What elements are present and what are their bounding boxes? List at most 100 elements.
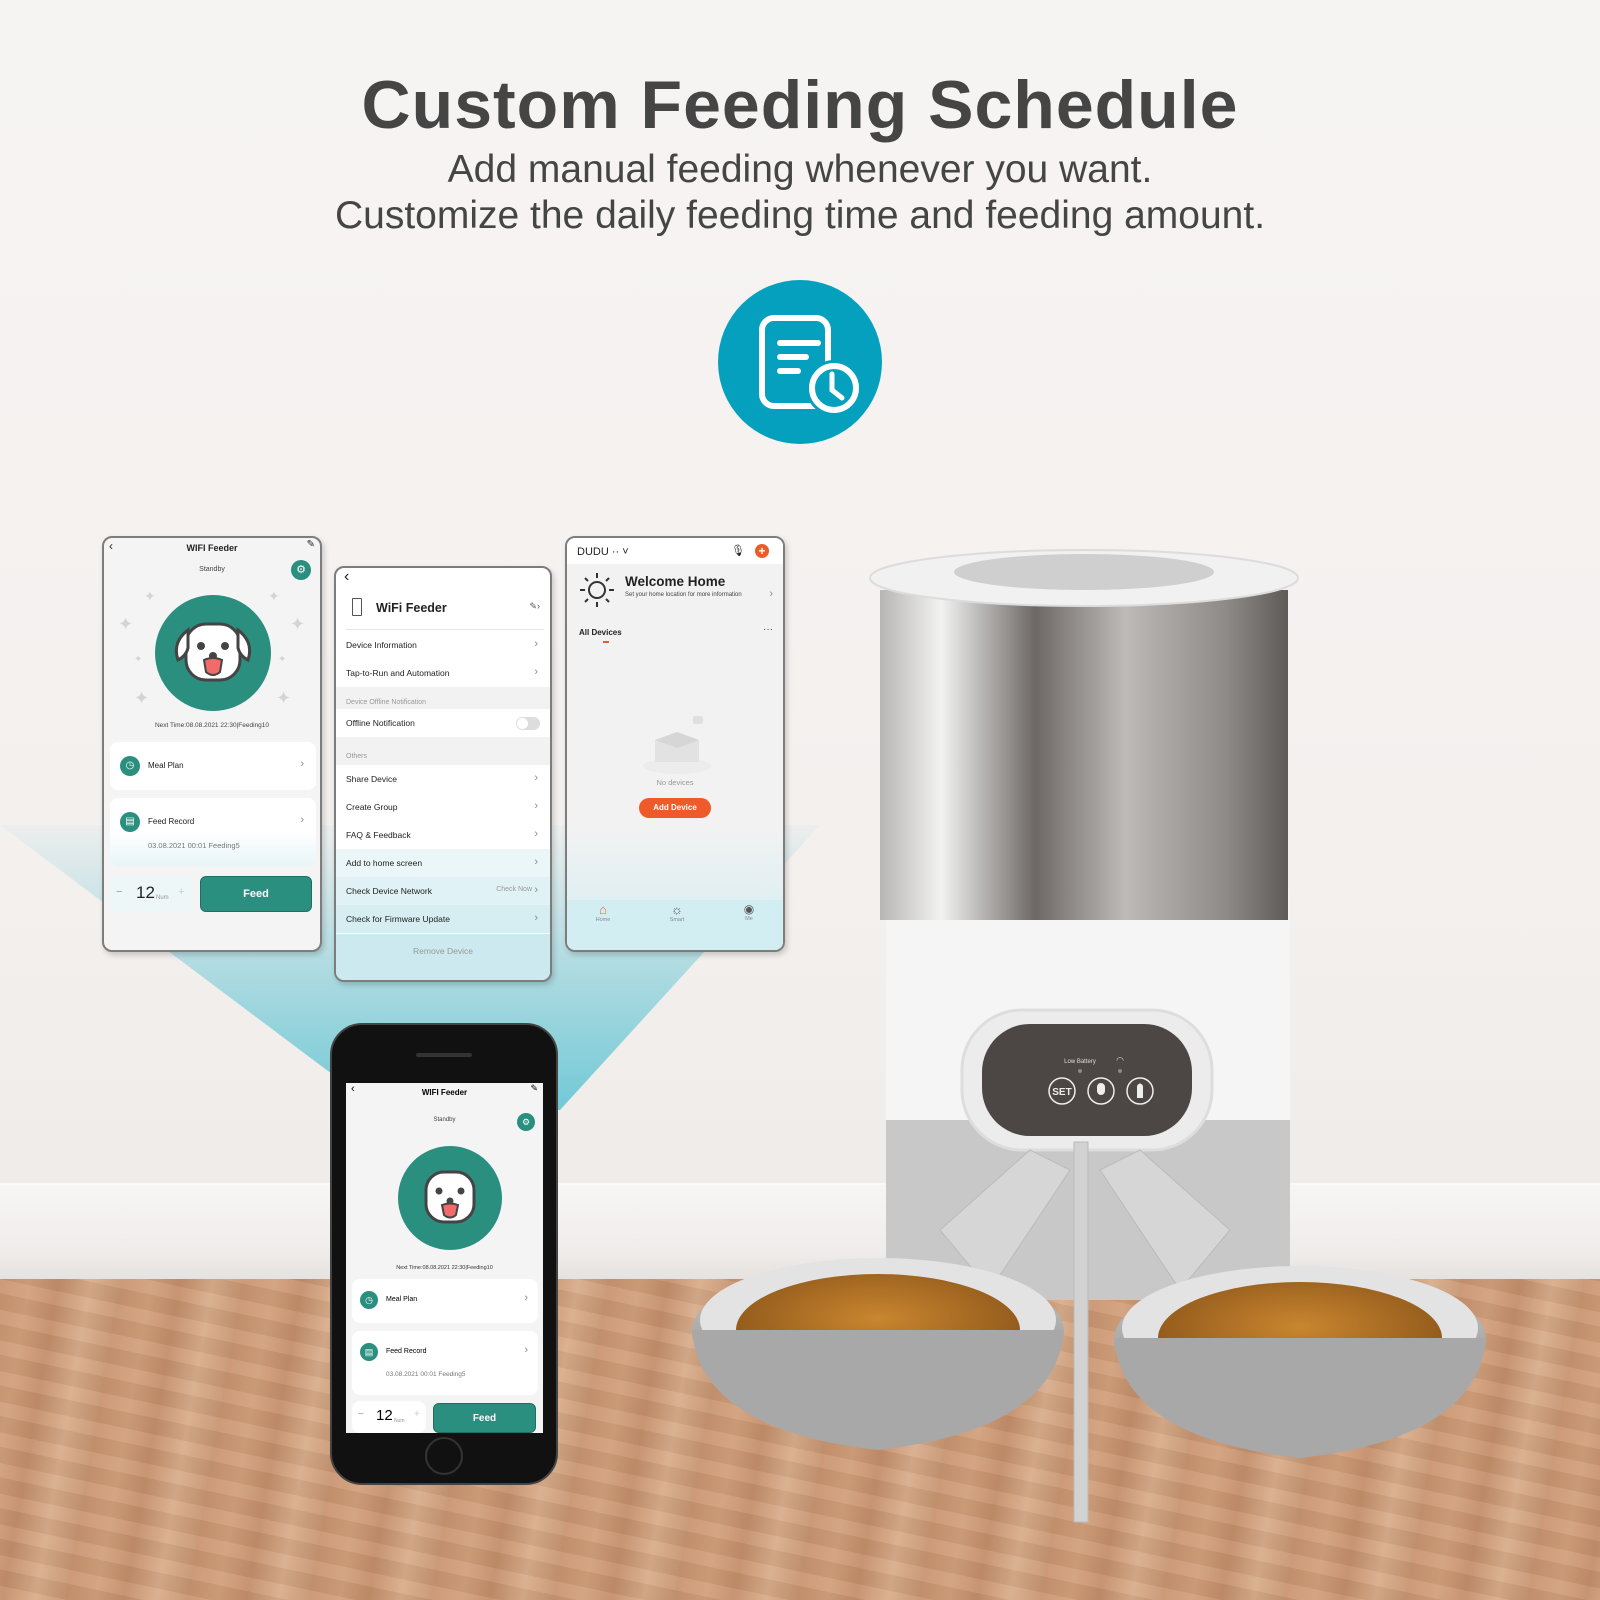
settings-gear-icon[interactable]: ⚙ bbox=[291, 560, 311, 580]
remove-device-button[interactable]: Remove Device bbox=[336, 934, 550, 980]
speaker-grille bbox=[416, 1053, 472, 1057]
sparkle-icon: ✦ bbox=[278, 654, 287, 665]
device-name: WiFi Feeder bbox=[376, 601, 447, 615]
plus-button[interactable]: + bbox=[178, 886, 184, 898]
feeder-device-icon bbox=[352, 598, 362, 616]
feed-record-label: Feed Record bbox=[148, 817, 195, 826]
tab-smart[interactable]: ☼ Smart bbox=[661, 902, 693, 923]
quantity-value: 12 bbox=[376, 1407, 393, 1424]
record-icon: ▤ bbox=[360, 1343, 378, 1361]
sparkle-icon: ✦ bbox=[134, 654, 143, 665]
settings-row-firmware-update[interactable]: Check for Firmware Update › bbox=[336, 905, 550, 933]
sparkle-icon: ✦ bbox=[134, 688, 150, 708]
meal-plan-label: Meal Plan bbox=[386, 1296, 418, 1303]
settings-row-check-network[interactable]: Check Device Network Check Now › bbox=[336, 877, 550, 905]
settings-row-device-information[interactable]: Device Information › bbox=[336, 631, 550, 659]
next-feeding-time: Next Time:08.08.2021 22:30|Feeding10 bbox=[396, 1265, 493, 1271]
row-label: Check for Firmware Update bbox=[346, 914, 450, 924]
home-selector[interactable]: DUDU ·· ˅ bbox=[577, 546, 629, 558]
chevron-right-icon: › bbox=[534, 856, 538, 868]
home-button[interactable] bbox=[425, 1437, 463, 1475]
all-devices-tab[interactable]: All Devices bbox=[579, 628, 622, 637]
feed-button[interactable]: Feed bbox=[200, 876, 312, 912]
chevron-right-icon: › bbox=[524, 1292, 528, 1304]
meal-plan-card[interactable]: ◷ Meal Plan › bbox=[110, 742, 316, 790]
settings-row-add-home-screen[interactable]: Add to home screen › bbox=[336, 849, 550, 877]
feeder-screen: ‹ WIFI Feeder ✎ Standby ⚙ ✦ ✦ ✦ ✦ ✦ ✦ ✦ … bbox=[102, 536, 322, 952]
row-label: Create Group bbox=[346, 802, 398, 812]
sparkle-icon: ✦ bbox=[118, 614, 134, 634]
meal-plan-label: Meal Plan bbox=[148, 761, 184, 770]
clock-icon: ◷ bbox=[360, 1291, 378, 1309]
dog-avatar-icon bbox=[398, 1146, 502, 1250]
chevron-right-icon: › bbox=[534, 912, 538, 924]
chevron-right-icon: › bbox=[534, 800, 538, 812]
device-settings-screen: ‹ WiFi Feeder ✎› Device Information › Tap… bbox=[334, 566, 552, 982]
quantity-value: 12 bbox=[136, 883, 155, 902]
row-label: Offline Notification bbox=[346, 718, 415, 728]
hand-pointer-icon bbox=[1137, 1083, 1143, 1098]
schedule-badge bbox=[718, 280, 882, 444]
chevron-right-icon: › bbox=[300, 758, 304, 770]
settings-gear-icon[interactable]: ⚙ bbox=[517, 1113, 535, 1131]
row-label: Share Device bbox=[346, 774, 398, 784]
feed-button[interactable]: Feed bbox=[433, 1403, 536, 1433]
next-feeding-time: Next Time:08.08.2021 22:30|Feeding10 bbox=[154, 722, 270, 729]
settings-row-faq[interactable]: FAQ & Feedback › bbox=[336, 821, 550, 849]
low-battery-label: Low Battery bbox=[1064, 1059, 1096, 1065]
settings-row-share-device[interactable]: Share Device › bbox=[336, 765, 550, 793]
svg-text:SET: SET bbox=[1052, 1087, 1071, 1098]
chevron-right-icon: › bbox=[534, 638, 538, 650]
quantity-stepper[interactable]: − 12 Num + bbox=[352, 1401, 426, 1433]
phone-feeder-screen: ‹ WIFI Feeder ✎ Standby ⚙ Next Time:08.0… bbox=[346, 1083, 543, 1433]
pet-feeder-device: Low Battery ◠ SET bbox=[692, 549, 1486, 1523]
feed-record-card[interactable]: ▤ Feed Record › 03.08.2021 00:01 Feeding… bbox=[352, 1331, 538, 1395]
wifi-icon: ◠ bbox=[1116, 1055, 1124, 1065]
divider bbox=[346, 629, 544, 630]
rename-icon[interactable]: ✎› bbox=[529, 601, 540, 612]
sparkle-icon: ✦ bbox=[276, 688, 292, 708]
smartphone: ‹ WIFI Feeder ✎ Standby ⚙ Next Time:08.0… bbox=[330, 1023, 558, 1485]
chevron-right-icon: › bbox=[524, 1344, 528, 1356]
row-label: Device Information bbox=[346, 640, 417, 650]
edit-icon[interactable]: ✎ bbox=[530, 1083, 538, 1094]
feed-record-label: Feed Record bbox=[386, 1348, 427, 1355]
edit-icon[interactable]: ✎ bbox=[307, 539, 315, 550]
minus-button[interactable]: − bbox=[116, 886, 122, 898]
sun-icon: ☼ bbox=[671, 902, 683, 917]
clock-icon: ◷ bbox=[120, 756, 140, 776]
row-label: Add to home screen bbox=[346, 858, 423, 868]
settings-row-create-group[interactable]: Create Group › bbox=[336, 793, 550, 821]
subtitle-line-1: Add manual feeding whenever you want. bbox=[447, 148, 1153, 191]
plus-button[interactable]: + bbox=[414, 1409, 420, 1420]
status-text: Standby bbox=[199, 566, 225, 573]
row-label: Tap-to-Run and Automation bbox=[346, 668, 450, 678]
chevron-right-icon: › bbox=[534, 772, 538, 784]
sparkle-icon: ✦ bbox=[290, 614, 306, 634]
feed-record-entry: 03.08.2021 00:01 Feeding5 bbox=[148, 841, 240, 850]
feed-record-card[interactable]: ▤ Feed Record › 03.08.2021 00:01 Feeding… bbox=[110, 798, 316, 866]
quantity-stepper[interactable]: − 12 Num + bbox=[110, 876, 192, 912]
battery-led bbox=[1078, 1069, 1082, 1073]
settings-row-tap-to-run[interactable]: Tap-to-Run and Automation › bbox=[336, 659, 550, 687]
feed-record-entry: 03.08.2021 00:01 Feeding5 bbox=[386, 1371, 466, 1378]
page-title: Custom Feeding Schedule bbox=[361, 67, 1239, 143]
chevron-right-icon: › bbox=[534, 884, 538, 896]
back-icon[interactable]: ‹ bbox=[344, 568, 349, 586]
quantity-unit: Num bbox=[394, 1418, 405, 1424]
active-tab-indicator bbox=[603, 641, 609, 643]
check-now-link[interactable]: Check Now bbox=[496, 886, 532, 893]
sun-weather-icon bbox=[580, 573, 614, 607]
row-label: FAQ & Feedback bbox=[346, 830, 411, 840]
minus-button[interactable]: − bbox=[358, 1409, 364, 1420]
offline-toggle[interactable] bbox=[516, 717, 540, 730]
microphone-icon bbox=[1097, 1083, 1105, 1095]
chevron-right-icon: › bbox=[534, 666, 538, 678]
quantity-unit: Num bbox=[156, 895, 169, 901]
status-text: Standby bbox=[433, 1117, 456, 1123]
meal-plan-card[interactable]: ◷ Meal Plan › bbox=[352, 1279, 538, 1323]
tab-home[interactable]: ⌂ Home bbox=[587, 902, 619, 923]
subtitle-line-2: Customize the daily feeding time and fee… bbox=[334, 194, 1266, 237]
screen-title: WIFI Feeder bbox=[421, 1088, 468, 1097]
bowl-divider bbox=[1073, 1141, 1089, 1523]
